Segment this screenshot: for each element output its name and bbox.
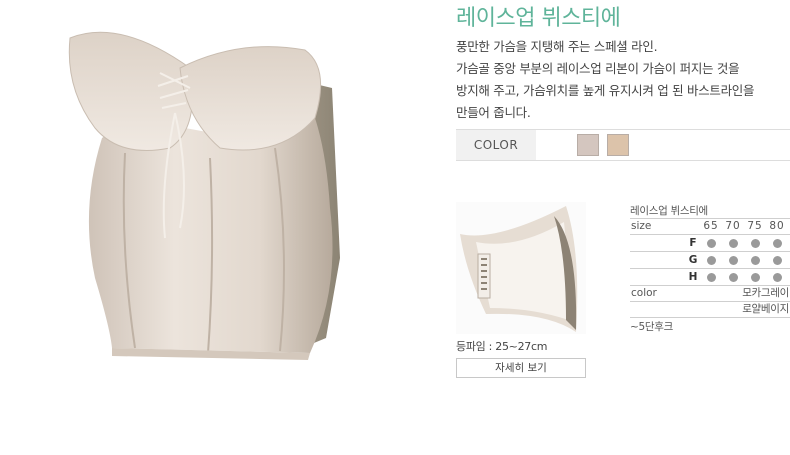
availability-dot bbox=[700, 252, 722, 268]
availability-dot bbox=[722, 252, 744, 268]
color-row-label: color bbox=[631, 287, 657, 299]
cup-label: F bbox=[689, 237, 697, 249]
size-80: 80 bbox=[769, 220, 785, 232]
availability-dot bbox=[722, 235, 744, 251]
description-line: 방지해 주고, 가슴위치를 높게 유지시켜 업 된 바스트라인을 bbox=[456, 83, 755, 98]
size-label: size bbox=[631, 220, 652, 232]
color-swatch-royal-beige[interactable] bbox=[607, 134, 629, 156]
availability-dot bbox=[744, 235, 766, 251]
availability-dot bbox=[722, 269, 744, 285]
spec-title: 레이스업 뷔스티에 bbox=[630, 204, 790, 219]
color-row: 로얄베이지 bbox=[630, 302, 790, 318]
size-65: 65 bbox=[703, 220, 719, 232]
back-view-thumbnail[interactable] bbox=[456, 202, 586, 334]
description-line: 가슴골 중앙 부분의 레이스업 리본이 가슴이 퍼지는 것을 bbox=[456, 61, 740, 76]
color-selector: COLOR bbox=[456, 129, 790, 161]
color-row: color 모카그레이 bbox=[630, 286, 790, 302]
cup-label: H bbox=[688, 271, 698, 283]
color-label: COLOR bbox=[456, 130, 536, 160]
availability-dot bbox=[766, 269, 788, 285]
cup-row-h: H bbox=[630, 269, 790, 286]
color-option: 모카그레이 bbox=[742, 287, 789, 299]
size-header-row: size 65 70 75 80 bbox=[630, 219, 790, 235]
availability-dot bbox=[766, 252, 788, 268]
product-main-image bbox=[40, 8, 380, 428]
product-description: 풍만한 가슴을 지탱해 주는 스페셜 라인. 가슴골 중앙 부분의 레이스업 리… bbox=[456, 36, 786, 124]
bustier-illustration bbox=[68, 31, 340, 360]
cup-row-g: G bbox=[630, 252, 790, 269]
view-details-button[interactable]: 자세히 보기 bbox=[456, 358, 586, 378]
availability-dot bbox=[744, 252, 766, 268]
availability-dot bbox=[700, 269, 722, 285]
availability-dot bbox=[766, 235, 788, 251]
availability-dot bbox=[700, 235, 722, 251]
color-option: 로얄베이지 bbox=[742, 303, 789, 315]
bustier-back-illustration bbox=[460, 206, 578, 332]
hook-note: ~5단후크 bbox=[630, 321, 673, 333]
availability-dot bbox=[744, 269, 766, 285]
size-70: 70 bbox=[725, 220, 741, 232]
description-line: 만들어 줍니다. bbox=[456, 105, 531, 120]
cup-row-f: F bbox=[630, 235, 790, 252]
size-75: 75 bbox=[747, 220, 763, 232]
color-swatch-mocha-gray[interactable] bbox=[577, 134, 599, 156]
size-spec-table: 레이스업 뷔스티에 size 65 70 75 80 F G H color 모… bbox=[630, 204, 790, 334]
description-line: 풍만한 가슴을 지탱해 주는 스페셜 라인. bbox=[456, 39, 658, 54]
cup-label: G bbox=[688, 254, 698, 266]
product-title: 레이스업 뷔스티에 bbox=[456, 6, 621, 31]
back-opening-size: 등파임 : 25~27cm bbox=[456, 340, 548, 353]
